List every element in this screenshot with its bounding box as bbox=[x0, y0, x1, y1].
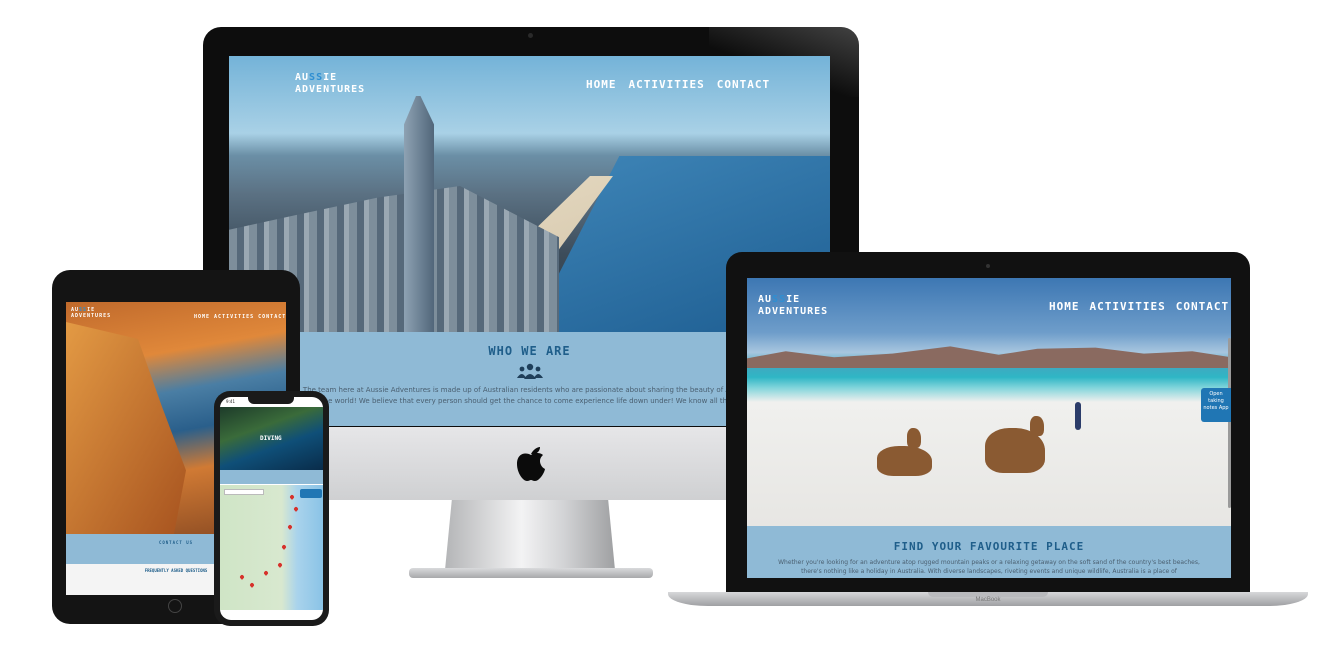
kangaroo-head bbox=[1030, 416, 1044, 436]
main-nav: HOME ACTIVITIES CONTACT bbox=[586, 78, 770, 91]
info-band bbox=[220, 470, 323, 484]
map-pin-icon[interactable] bbox=[277, 562, 283, 568]
map-type-toggle[interactable] bbox=[224, 489, 264, 495]
open-notes-app-button[interactable]: Open taking notes App bbox=[1201, 388, 1231, 422]
map-pin-icon[interactable] bbox=[289, 494, 295, 500]
logo-text: ADVENTURES bbox=[758, 305, 829, 317]
scrollbar[interactable] bbox=[1228, 338, 1231, 508]
site-logo[interactable]: AUSSIE ADVENTURES bbox=[71, 307, 112, 320]
map-button[interactable] bbox=[300, 489, 322, 498]
logo-text: ADVENTURES bbox=[295, 83, 366, 95]
hero-tower bbox=[404, 96, 434, 332]
imac-stand-base bbox=[409, 568, 653, 578]
macbook-brand-label: MacBook bbox=[975, 597, 1001, 603]
main-nav: HOME ACTIVITIES CONTACT bbox=[194, 314, 286, 320]
logo-text-highlight: SS bbox=[772, 294, 787, 305]
site-logo[interactable]: AUSSIE ADVENTURES bbox=[295, 72, 365, 95]
macbook-camera bbox=[986, 264, 990, 268]
nav-home[interactable]: HOME bbox=[586, 78, 617, 91]
main-nav: HOME ACTIVITIES CONTACT bbox=[1049, 300, 1229, 313]
logo-text: AU bbox=[295, 72, 310, 83]
nav-contact[interactable]: CONTACT bbox=[258, 314, 286, 320]
map-pin-icon[interactable] bbox=[239, 574, 245, 580]
child-figure bbox=[1075, 402, 1081, 430]
section-title: FIND YOUR FAVOURITE PLACE bbox=[893, 540, 1085, 553]
imac-stand bbox=[445, 500, 615, 570]
logo-text: ADVENTURES bbox=[71, 312, 112, 319]
nav-contact[interactable]: CONTACT bbox=[717, 78, 770, 91]
imac-camera bbox=[528, 33, 533, 38]
hero-hills bbox=[747, 346, 1231, 368]
nav-home[interactable]: HOME bbox=[194, 314, 210, 320]
map-pin-icon[interactable] bbox=[281, 544, 287, 550]
nav-home[interactable]: HOME bbox=[1049, 300, 1080, 313]
nav-contact[interactable]: CONTACT bbox=[1176, 300, 1229, 313]
hero-title: DIVING bbox=[260, 435, 282, 442]
map-pin-icon[interactable] bbox=[249, 582, 255, 588]
hero-cliff bbox=[66, 322, 186, 534]
map-pin-icon[interactable] bbox=[287, 524, 293, 530]
site-logo[interactable]: AUSSIE ADVENTURES bbox=[758, 294, 828, 317]
ipad-home-button[interactable] bbox=[168, 599, 182, 613]
section-text: Whether you're looking for an adventure … bbox=[778, 559, 1200, 575]
status-time: 9:41 bbox=[226, 399, 235, 404]
find-favourite-place-section: FIND YOUR FAVOURITE PLACE Whether you're… bbox=[747, 526, 1231, 578]
apple-logo-icon bbox=[514, 444, 548, 482]
nav-activities[interactable]: ACTIVITIES bbox=[214, 314, 254, 320]
macbook-screen: AUSSIE ADVENTURES HOME ACTIVITIES CONTAC… bbox=[747, 278, 1231, 578]
kangaroo-head bbox=[907, 428, 921, 448]
users-icon bbox=[516, 363, 543, 379]
nav-activities[interactable]: ACTIVITIES bbox=[1090, 300, 1166, 313]
hero-image-diving: DIVING bbox=[220, 407, 323, 470]
logo-text: IE bbox=[323, 72, 338, 83]
kangaroo bbox=[877, 446, 932, 476]
logo-text: AU bbox=[758, 294, 773, 305]
iphone-notch bbox=[248, 397, 294, 404]
map-pin-icon[interactable] bbox=[263, 570, 269, 576]
logo-text-highlight: SS bbox=[309, 72, 324, 83]
logo-text: IE bbox=[786, 294, 801, 305]
iphone-screen: 9:41 DIVING bbox=[220, 397, 323, 620]
nav-activities[interactable]: ACTIVITIES bbox=[629, 78, 705, 91]
map-view[interactable] bbox=[220, 485, 323, 610]
map-pin-icon[interactable] bbox=[293, 506, 299, 512]
